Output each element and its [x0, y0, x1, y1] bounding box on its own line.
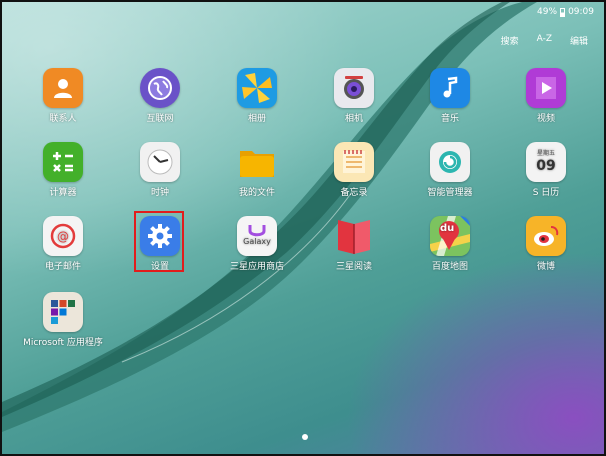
music-icon: [430, 68, 470, 108]
app-label: 时钟: [150, 188, 169, 198]
app-label: 音乐: [440, 114, 459, 124]
galaxy-apps-icon: Galaxy: [237, 216, 277, 256]
app-label: 三星阅读: [335, 262, 372, 272]
app-camera[interactable]: 相机: [311, 68, 397, 124]
memo-icon: [334, 142, 374, 182]
app-label: 相册: [247, 114, 266, 124]
email-icon: @: [43, 216, 83, 256]
app-label: 智能管理器: [427, 188, 473, 198]
app-calculator[interactable]: 计算器: [20, 142, 106, 198]
app-my-files[interactable]: 我的文件: [214, 142, 300, 198]
calendar-day: 09: [536, 158, 556, 174]
home-screen: 49% 09:09 搜索 A-Z 编辑 联系人 互联网 相册 相机 音乐 视频 …: [0, 0, 606, 456]
sort-az-button[interactable]: A-Z: [537, 34, 552, 47]
app-label: 微博: [536, 262, 555, 272]
app-weibo[interactable]: 微博: [503, 216, 589, 272]
app-label: 相机: [344, 114, 363, 124]
contacts-icon: [43, 68, 83, 108]
app-internet[interactable]: 互联网: [117, 68, 203, 124]
galaxy-apps-text: Galaxy: [243, 237, 271, 246]
reader-icon: [334, 216, 374, 256]
calendar-weekday: 星期五: [536, 150, 555, 157]
app-video[interactable]: 视频: [503, 68, 589, 124]
clock-time: 09:09: [568, 7, 594, 17]
internet-icon: [140, 68, 180, 108]
app-label: 百度地图: [431, 262, 468, 272]
gallery-icon: [237, 68, 277, 108]
app-label: 备忘录: [340, 188, 368, 198]
camera-icon: [334, 68, 374, 108]
app-label: 三星应用商店: [229, 262, 284, 272]
app-label: 互联网: [146, 114, 174, 124]
app-microsoft-folder[interactable]: Microsoft 应用程序: [20, 292, 106, 348]
baidu-map-icon: du: [430, 216, 470, 256]
app-label: 电子邮件: [44, 262, 81, 272]
calendar-icon: 星期五 09: [526, 142, 566, 182]
video-icon: [526, 68, 566, 108]
edit-button[interactable]: 编辑: [570, 34, 588, 47]
app-galaxy-apps[interactable]: Galaxy 三星应用商店: [214, 216, 300, 272]
calculator-icon: [43, 142, 83, 182]
search-button[interactable]: 搜索: [501, 34, 519, 47]
app-s-calendar[interactable]: 星期五 09 S 日历: [503, 142, 589, 198]
baidu-map-text: du: [440, 223, 455, 234]
weibo-icon: [526, 216, 566, 256]
page-indicator-dot[interactable]: [302, 434, 308, 440]
folder-icon: [237, 142, 277, 182]
app-baidu-map[interactable]: du 百度地图: [407, 216, 493, 272]
app-gallery[interactable]: 相册: [214, 68, 300, 124]
status-bar: 49% 09:09: [537, 7, 594, 17]
app-label: 联系人: [49, 114, 77, 124]
app-memo[interactable]: 备忘录: [311, 142, 397, 198]
clock-icon: [140, 142, 180, 182]
app-label: 我的文件: [238, 188, 275, 198]
app-label: 视频: [536, 114, 555, 124]
app-samsung-reader[interactable]: 三星阅读: [311, 216, 397, 272]
microsoft-apps-folder-icon: [43, 292, 83, 332]
settings-highlight-box: [134, 211, 184, 272]
app-smart-manager[interactable]: 智能管理器: [407, 142, 493, 198]
battery-percent: 49%: [537, 7, 558, 17]
app-email[interactable]: @ 电子邮件: [20, 216, 106, 272]
app-music[interactable]: 音乐: [407, 68, 493, 124]
battery-icon: [560, 7, 566, 17]
app-label: Microsoft 应用程序: [23, 338, 103, 348]
top-menu: 搜索 A-Z 编辑: [501, 34, 588, 47]
app-label: 计算器: [49, 188, 77, 198]
app-clock[interactable]: 时钟: [117, 142, 203, 198]
app-label: S 日历: [532, 188, 560, 198]
app-contacts[interactable]: 联系人: [20, 68, 106, 124]
smart-manager-icon: [430, 142, 470, 182]
svg-text:@: @: [57, 230, 69, 244]
